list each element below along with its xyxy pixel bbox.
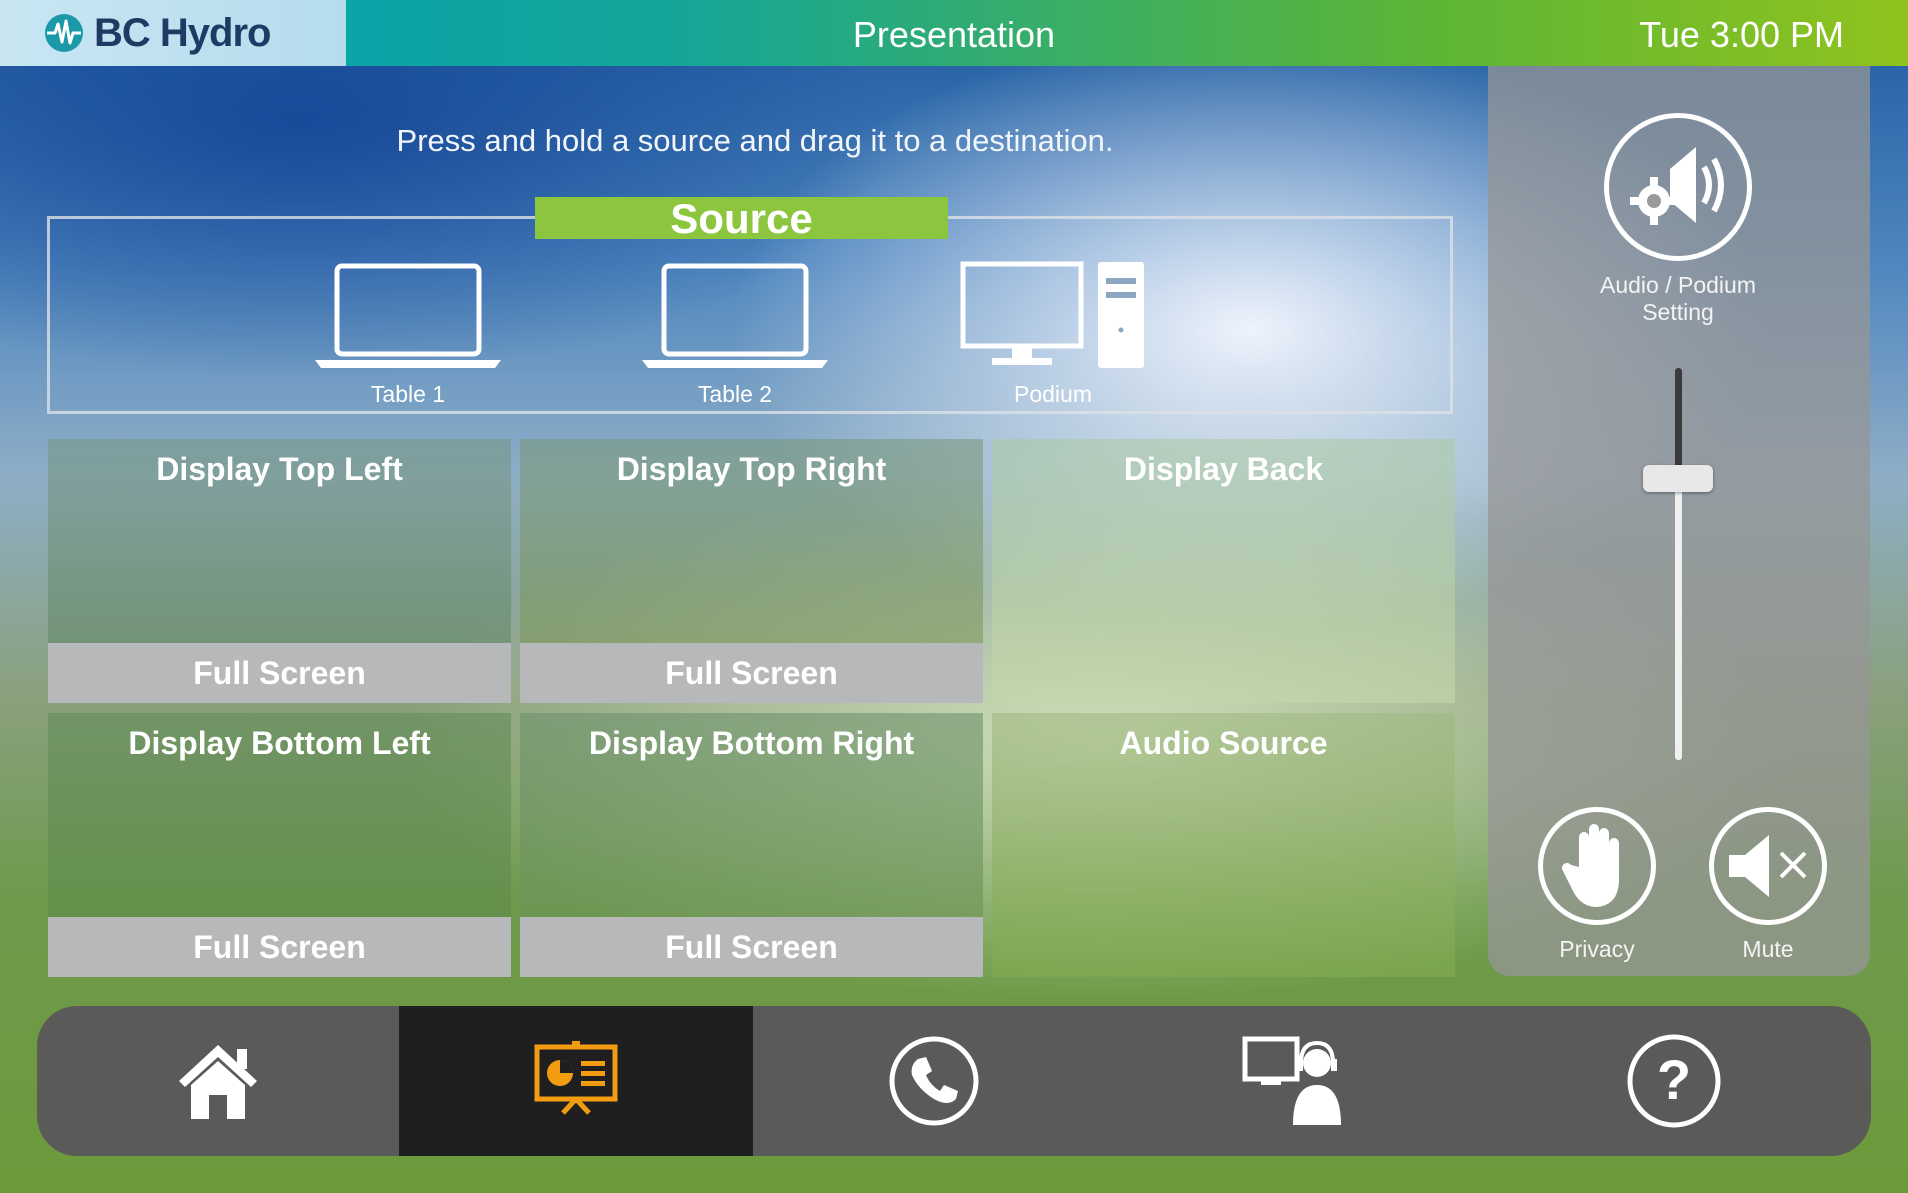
laptop-icon bbox=[315, 263, 501, 368]
tile-title: Display Top Right bbox=[616, 451, 887, 487]
tile-title: Display Top Left bbox=[156, 451, 403, 487]
brand-logo: BC Hydro bbox=[0, 0, 346, 66]
hydro-logo-icon bbox=[45, 14, 83, 52]
laptop-icon bbox=[642, 263, 828, 368]
help-icon: ? bbox=[1627, 1034, 1721, 1128]
speaker-mute-icon bbox=[1729, 835, 1807, 897]
nav-presentation[interactable] bbox=[399, 1006, 753, 1156]
source-label: Table 2 bbox=[697, 381, 773, 407]
nav-home[interactable] bbox=[37, 1006, 399, 1156]
nav-help[interactable]: ? bbox=[1477, 1006, 1871, 1156]
full-screen-button[interactable]: Full Screen bbox=[48, 917, 511, 977]
mute-label: Mute bbox=[1742, 936, 1794, 962]
display-bottom-left-tile[interactable]: Display Bottom Left Full Screen bbox=[48, 713, 511, 977]
full-screen-button[interactable]: Full Screen bbox=[520, 917, 983, 977]
volume-slider-fill bbox=[1675, 368, 1682, 478]
clock: Tue 3:00 PM bbox=[1639, 14, 1844, 55]
display-bottom-right-tile[interactable]: Display Bottom Right Full Screen bbox=[520, 713, 983, 977]
audio-source-tile[interactable]: Audio Source bbox=[992, 713, 1455, 977]
presentation-icon bbox=[534, 1041, 618, 1115]
volume-slider-thumb[interactable] bbox=[1643, 464, 1713, 492]
bottom-nav: ? bbox=[37, 1006, 1871, 1156]
source-table-1[interactable]: Table 1 bbox=[313, 260, 503, 408]
full-screen-button[interactable]: Full Screen bbox=[48, 643, 511, 703]
phone-icon bbox=[889, 1036, 979, 1126]
brand-name: BC Hydro bbox=[94, 10, 271, 55]
full-screen-button[interactable]: Full Screen bbox=[520, 643, 983, 703]
display-top-right-tile[interactable]: Display Top Right Full Screen bbox=[520, 439, 983, 703]
source-heading: Source bbox=[535, 197, 948, 241]
tile-title: Display Back bbox=[1123, 451, 1324, 487]
source-label: Table 1 bbox=[370, 381, 446, 407]
privacy-label: Privacy bbox=[1559, 936, 1635, 962]
source-label: Podium bbox=[1014, 381, 1092, 407]
nav-phone[interactable] bbox=[753, 1006, 1115, 1156]
header-bar: BC Hydro Presentation Tue 3:00 PM bbox=[0, 0, 1908, 66]
audio-setting-label: Audio / Podium Setting bbox=[1600, 272, 1756, 325]
svg-text:?: ? bbox=[1657, 1048, 1691, 1111]
support-agent-icon bbox=[1242, 1036, 1341, 1125]
privacy-button[interactable] bbox=[1538, 807, 1656, 925]
tile-title: Audio Source bbox=[1119, 725, 1328, 761]
source-table-2[interactable]: Table 2 bbox=[640, 260, 830, 408]
nav-support[interactable] bbox=[1115, 1006, 1477, 1156]
audio-podium-setting-button[interactable] bbox=[1604, 113, 1752, 261]
tile-title: Display Bottom Left bbox=[128, 725, 431, 761]
drag-instruction: Press and hold a source and drag it to a… bbox=[396, 123, 1114, 158]
hand-stop-icon bbox=[1562, 824, 1619, 907]
mute-button[interactable] bbox=[1709, 807, 1827, 925]
display-top-left-tile[interactable]: Display Top Left Full Screen bbox=[48, 439, 511, 703]
home-icon bbox=[179, 1045, 257, 1119]
desktop-computer-icon bbox=[960, 261, 1144, 368]
speaker-settings-icon bbox=[1630, 147, 1724, 225]
tile-title: Display Bottom Right bbox=[588, 725, 915, 761]
display-back-tile[interactable]: Display Back bbox=[992, 439, 1455, 703]
source-podium[interactable]: Podium bbox=[960, 260, 1146, 408]
